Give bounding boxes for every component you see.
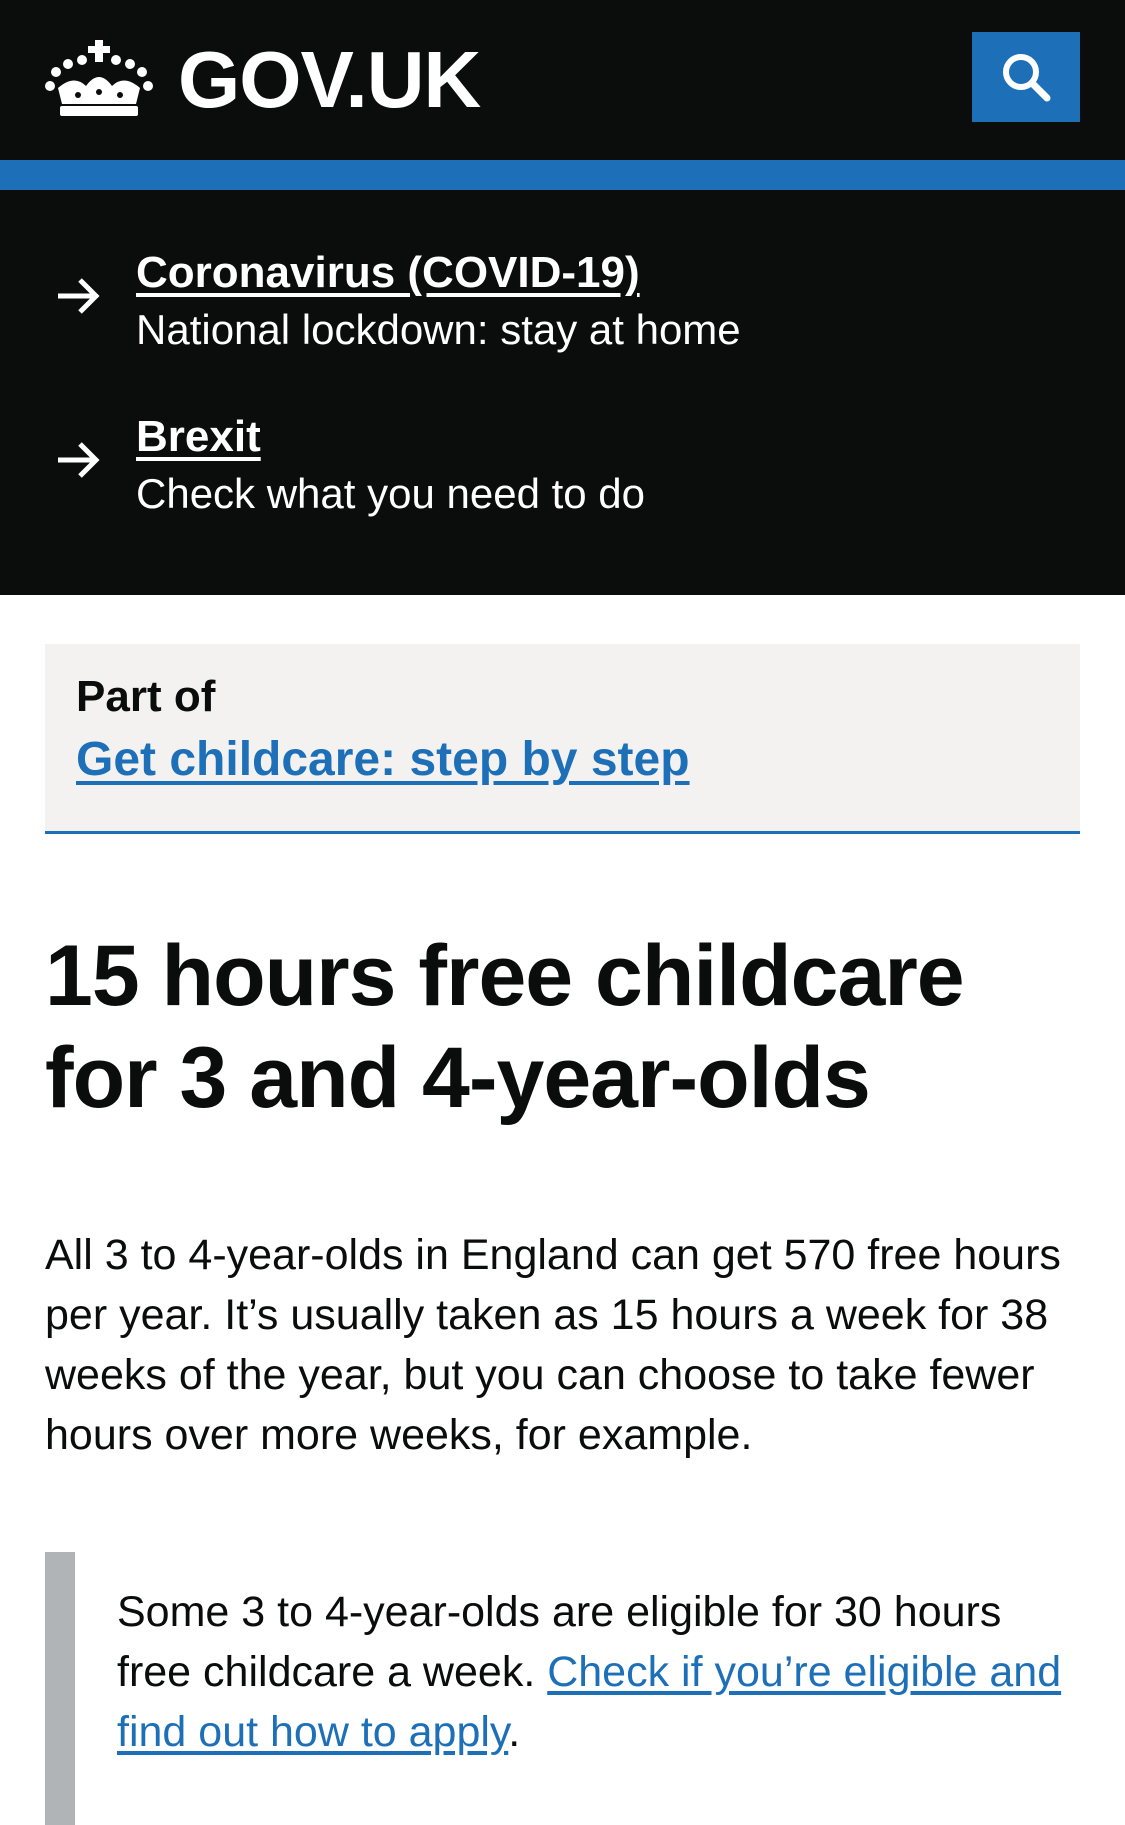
inset-border	[45, 1552, 75, 1825]
arrow-right-icon	[58, 442, 100, 478]
crown-icon	[45, 40, 153, 116]
arrow-right-icon	[58, 278, 100, 314]
emergency-banner: Coronavirus (COVID-19) National lockdown…	[0, 190, 1125, 595]
inset-text-block: Some 3 to 4-year-olds are eligible for 3…	[45, 1552, 1085, 1825]
covid-description: National lockdown: stay at home	[136, 306, 741, 353]
search-button[interactable]	[972, 32, 1080, 122]
brexit-description: Check what you need to do	[136, 470, 646, 517]
part-of-label: Part of	[76, 672, 216, 721]
inset-paragraph: Some 3 to 4-year-olds are eligible for 3…	[117, 1582, 1077, 1762]
search-icon	[1003, 54, 1051, 102]
step-by-step-link[interactable]: Get childcare: step by step	[76, 732, 690, 787]
logo-text: GOV.UK	[178, 35, 481, 124]
covid-link[interactable]: Coronavirus (COVID-19)	[136, 248, 640, 298]
brexit-link[interactable]: Brexit	[136, 412, 261, 462]
lead-paragraph: All 3 to 4-year-olds in England can get …	[45, 1231, 1061, 1459]
govuk-logo-link[interactable]: GOV.UK	[44, 30, 481, 130]
header-blue-bar	[0, 160, 1125, 190]
page-title: 15 hours free childcare for 3 and 4-year…	[45, 928, 965, 1126]
part-of-step-by-step: Part of Get childcare: step by step	[45, 644, 1080, 834]
inset-suffix: .	[508, 1708, 521, 1756]
site-header: GOV.UK	[0, 0, 1125, 160]
